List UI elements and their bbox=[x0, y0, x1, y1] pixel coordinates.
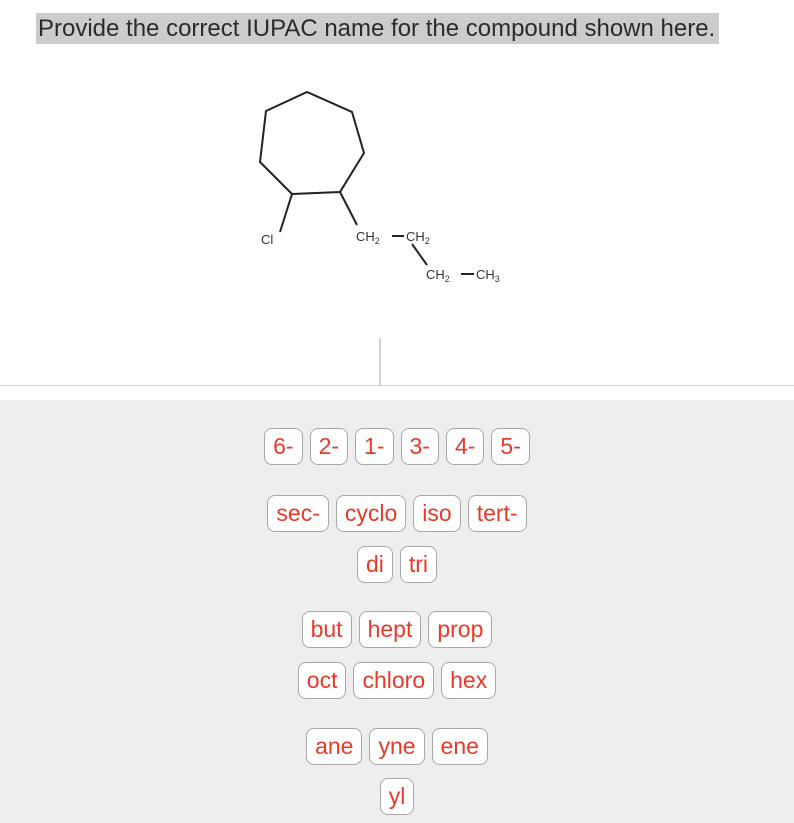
locant-5-button[interactable]: 5- bbox=[491, 428, 530, 465]
root-row-2: oct chloro hex bbox=[0, 662, 794, 699]
locant-3-button[interactable]: 3- bbox=[400, 428, 439, 465]
tri-button[interactable]: tri bbox=[399, 546, 438, 583]
bond-ring-chain bbox=[339, 191, 358, 226]
suffix-row: ane yne ene bbox=[0, 728, 794, 765]
yne-button[interactable]: yne bbox=[369, 728, 425, 765]
ane-button[interactable]: ane bbox=[306, 728, 363, 765]
chain-group-1: CH2 bbox=[356, 229, 380, 246]
prefix-row: sec- cyclo iso tert- bbox=[0, 495, 794, 532]
sec-button[interactable]: sec- bbox=[267, 495, 329, 532]
locant-row: 6- 2- 1- 3- 4- 5- bbox=[0, 428, 794, 465]
di-button[interactable]: di bbox=[356, 546, 393, 583]
hept-button[interactable]: hept bbox=[358, 611, 422, 648]
iso-button[interactable]: iso bbox=[413, 495, 461, 532]
chain-group-2: CH2 bbox=[406, 229, 430, 246]
chloro-button[interactable]: chloro bbox=[353, 662, 435, 699]
chain-group-4: CH3 bbox=[476, 267, 500, 284]
ring-bonds bbox=[258, 90, 366, 195]
answer-divider bbox=[0, 385, 794, 386]
cyclo-button[interactable]: cyclo bbox=[335, 495, 407, 532]
tert-button[interactable]: tert- bbox=[467, 495, 527, 532]
chain-group-3: CH2 bbox=[426, 267, 450, 284]
locant-1-button[interactable]: 1- bbox=[355, 428, 394, 465]
locant-2-button[interactable]: 2- bbox=[309, 428, 349, 465]
root-row-1: but hept prop bbox=[0, 611, 794, 648]
suffix-row-2: yl bbox=[0, 778, 794, 815]
answer-palette: 6- 2- 1- 3- 4- 5- sec- cyclo iso tert- d… bbox=[0, 400, 794, 823]
but-button[interactable]: but bbox=[301, 611, 352, 648]
yl-button[interactable]: yl bbox=[379, 778, 415, 815]
chlorine-label: Cl bbox=[261, 232, 273, 247]
locant-4-button[interactable]: 4- bbox=[445, 428, 485, 465]
locant-6-button[interactable]: 6- bbox=[264, 428, 303, 465]
chemical-structure: Cl CH2 CH2 CH2 CH3 bbox=[258, 90, 500, 284]
cycloheptane-ring bbox=[258, 90, 474, 275]
bond-ch2-ch2b bbox=[411, 243, 428, 266]
hex-button[interactable]: hex bbox=[441, 662, 497, 699]
bond-ring-cl bbox=[279, 193, 293, 233]
ene-button[interactable]: ene bbox=[431, 728, 488, 765]
multiplier-row: di tri bbox=[0, 546, 794, 583]
prop-button[interactable]: prop bbox=[428, 611, 493, 648]
answer-cursor[interactable] bbox=[379, 338, 381, 385]
oct-button[interactable]: oct bbox=[297, 662, 347, 699]
